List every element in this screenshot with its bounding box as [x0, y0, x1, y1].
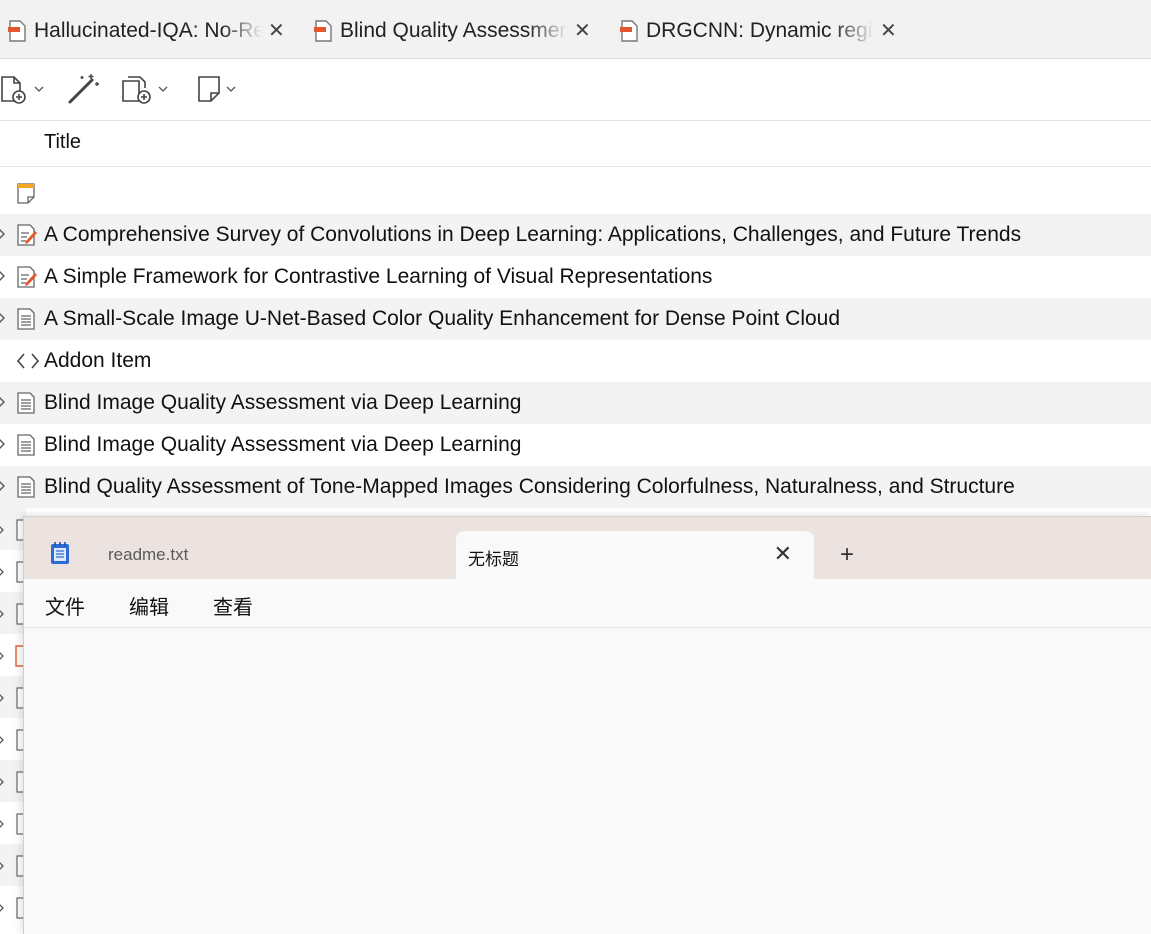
- tab-label: 无标题: [468, 550, 519, 569]
- new-note-icon: [198, 76, 220, 102]
- notepad-text-area[interactable]: [24, 628, 1151, 934]
- add-attachment-button[interactable]: [120, 71, 168, 107]
- close-tab-icon[interactable]: ✕: [268, 21, 285, 41]
- item-title: A Comprehensive Survey of Convolutions i…: [44, 223, 1022, 246]
- item-row[interactable]: Addon Item: [0, 340, 1151, 382]
- item-title: Blind Image Quality Assessment via Deep …: [44, 433, 522, 456]
- notepad-window: readme.txt 无标题 ✕ + 文件 编辑 查看: [23, 516, 1151, 934]
- hidden-row-icons: [0, 519, 24, 919]
- tab-label: DRGCNN: Dynamic region: [646, 19, 874, 42]
- menu-edit[interactable]: 编辑: [129, 591, 169, 620]
- pdf-icon: [8, 20, 26, 42]
- chevron-down-icon: [158, 86, 168, 92]
- new-item-button[interactable]: [0, 71, 44, 107]
- new-item-icon: [1, 76, 26, 104]
- add-attachment-icon: [122, 76, 151, 104]
- tab-label: Hallucinated-IQA: No-Reference Image Qua…: [34, 19, 262, 42]
- notepad-menu-bar: 文件 编辑 查看: [24, 579, 1151, 628]
- tab-label: Blind Quality Assessment of Tone-Mapped …: [340, 19, 568, 42]
- chevron-down-icon: [226, 86, 236, 92]
- chevron-right-icon[interactable]: [0, 311, 6, 325]
- reader-tab-hallucinated-iqa[interactable]: Hallucinated-IQA: No-Reference Image Qua…: [8, 8, 285, 54]
- item-row[interactable]: [0, 172, 1151, 214]
- item-row[interactable]: A Comprehensive Survey of Convolutions i…: [0, 214, 1151, 256]
- column-header-title[interactable]: Title: [0, 121, 1151, 167]
- preprint-icon: [17, 224, 37, 246]
- preprint-icon: [17, 266, 37, 288]
- note-icon: [17, 183, 35, 204]
- reader-tab-drgcnn[interactable]: DRGCNN: Dynamic region ✕: [620, 8, 897, 54]
- close-tab-icon[interactable]: ✕: [880, 21, 897, 41]
- chevron-right-icon[interactable]: [0, 395, 6, 409]
- notepad-tab-untitled[interactable]: 无标题 ✕: [456, 531, 814, 579]
- pdf-icon: [314, 20, 332, 42]
- chevron-right-icon[interactable]: [0, 269, 6, 283]
- journal-article-icon: [17, 392, 35, 414]
- reader-tab-blind-quality[interactable]: Blind Quality Assessment of Tone-Mapped …: [314, 8, 591, 54]
- close-tab-icon[interactable]: ✕: [574, 21, 591, 41]
- item-title: A Small-Scale Image U-Net-Based Color Qu…: [44, 307, 841, 330]
- new-note-button[interactable]: [196, 71, 236, 107]
- journal-article-icon: [17, 308, 35, 330]
- notepad-tab-readme[interactable]: readme.txt: [108, 545, 188, 565]
- item-row[interactable]: Blind Image Quality Assessment via Deep …: [0, 424, 1151, 466]
- magic-wand-icon: [68, 74, 99, 104]
- magic-wand-button[interactable]: [66, 71, 100, 107]
- notepad-tab-bar: readme.txt 无标题 ✕ +: [24, 517, 1151, 579]
- items-toolbar: [0, 59, 1151, 121]
- tab-label: readme.txt: [108, 545, 189, 564]
- item-title: Blind Quality Assessment of Tone-Mapped …: [44, 475, 1015, 498]
- close-tab-icon[interactable]: ✕: [774, 541, 792, 567]
- chevron-right-icon[interactable]: [0, 479, 6, 493]
- notepad-app-icon: [51, 542, 69, 564]
- item-title: Addon Item: [44, 349, 152, 372]
- item-title: Blind Image Quality Assessment via Deep …: [44, 391, 522, 414]
- chevron-right-icon[interactable]: [0, 227, 6, 241]
- chevron-down-icon: [34, 86, 44, 92]
- new-tab-button[interactable]: +: [840, 543, 854, 567]
- pdf-icon: [620, 20, 638, 42]
- menu-file[interactable]: 文件: [45, 591, 85, 620]
- item-row[interactable]: A Small-Scale Image U-Net-Based Color Qu…: [0, 298, 1151, 340]
- item-row[interactable]: Blind Quality Assessment of Tone-Mapped …: [0, 466, 1151, 508]
- item-row[interactable]: A Simple Framework for Contrastive Learn…: [0, 256, 1151, 298]
- item-title: A Simple Framework for Contrastive Learn…: [44, 265, 713, 288]
- reader-tab-strip: Hallucinated-IQA: No-Reference Image Qua…: [0, 0, 1151, 59]
- journal-article-icon: [17, 476, 35, 498]
- code-icon: [16, 353, 40, 369]
- item-row[interactable]: Blind Image Quality Assessment via Deep …: [0, 382, 1151, 424]
- chevron-right-icon[interactable]: [0, 437, 6, 451]
- column-title-label: Title: [44, 131, 82, 153]
- menu-view[interactable]: 查看: [213, 591, 253, 620]
- journal-article-icon: [17, 434, 35, 456]
